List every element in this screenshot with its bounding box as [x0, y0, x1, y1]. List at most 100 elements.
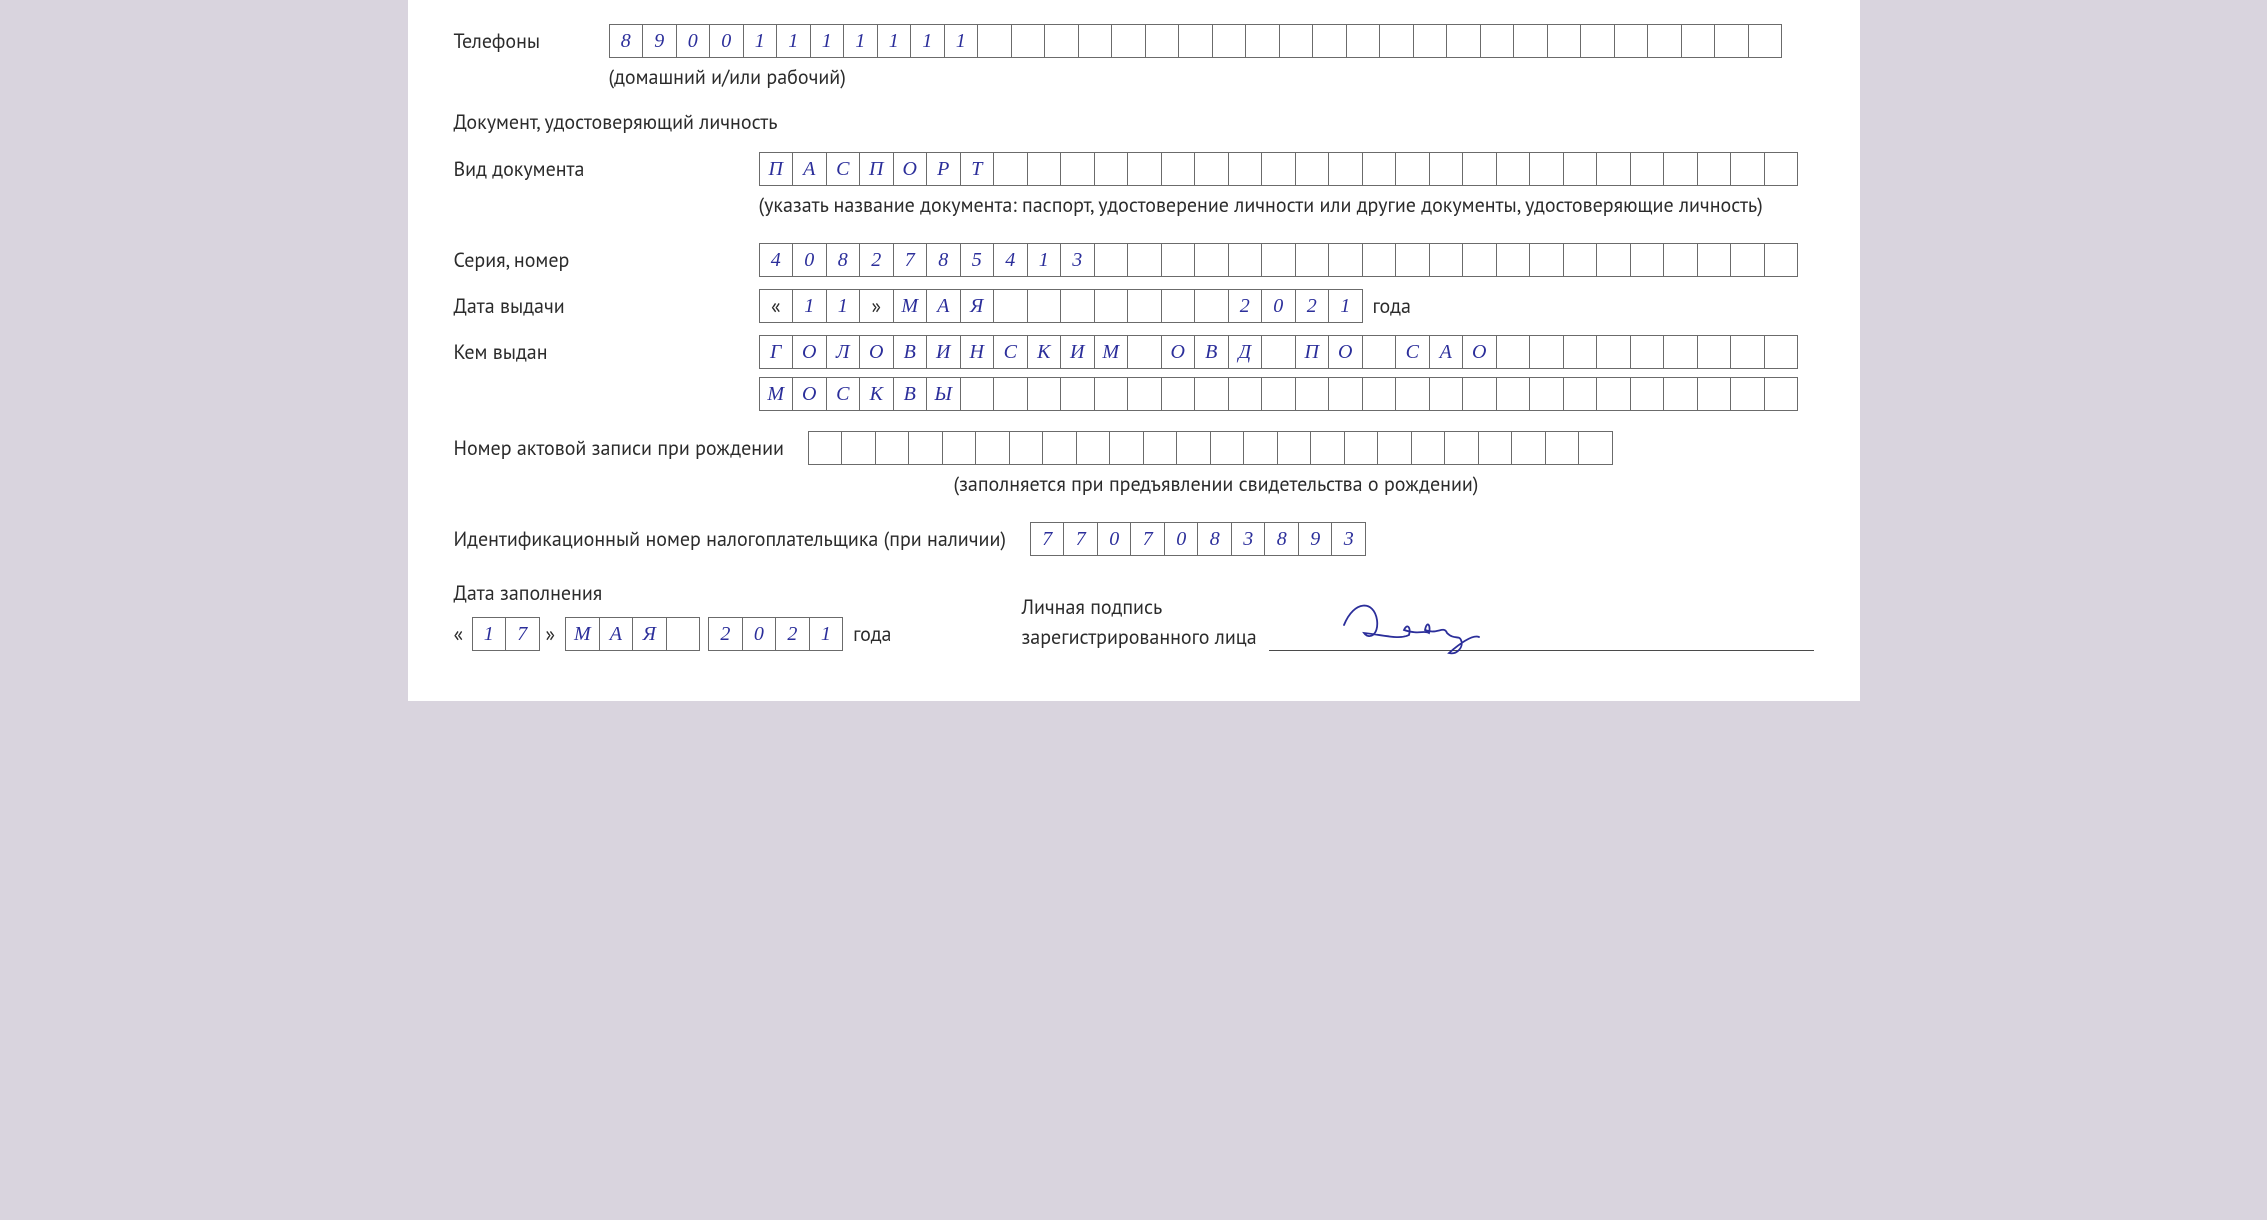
cell[interactable]: М — [565, 617, 600, 651]
cell[interactable] — [993, 289, 1028, 323]
cell[interactable] — [1596, 377, 1631, 411]
issued-by-cells-2[interactable]: МОСКВЫ — [759, 377, 1799, 411]
cell[interactable]: 8 — [609, 24, 644, 58]
cell[interactable] — [1362, 377, 1397, 411]
cell[interactable]: 0 — [676, 24, 711, 58]
cell[interactable]: К — [859, 377, 894, 411]
cell[interactable]: 1 — [810, 24, 845, 58]
cell[interactable] — [808, 431, 843, 465]
cell[interactable] — [1630, 377, 1665, 411]
cell[interactable] — [1462, 243, 1497, 277]
cell[interactable]: А — [926, 289, 961, 323]
cell[interactable] — [1194, 152, 1229, 186]
cell[interactable] — [975, 431, 1010, 465]
cell[interactable]: М — [759, 377, 794, 411]
cell[interactable] — [1545, 431, 1580, 465]
cell[interactable]: 1 — [826, 289, 861, 323]
cell[interactable]: 7 — [1130, 522, 1165, 556]
cell[interactable] — [1730, 377, 1765, 411]
cell[interactable] — [1529, 335, 1564, 369]
cell[interactable]: Р — [926, 152, 961, 186]
cell[interactable] — [1145, 24, 1180, 58]
cell[interactable]: И — [926, 335, 961, 369]
cell[interactable] — [1060, 377, 1095, 411]
cell[interactable] — [1496, 335, 1531, 369]
cell[interactable]: Г — [759, 335, 794, 369]
cell[interactable] — [1328, 377, 1363, 411]
cell[interactable] — [1429, 377, 1464, 411]
cell[interactable] — [1730, 243, 1765, 277]
cell[interactable] — [1042, 431, 1077, 465]
cell[interactable]: О — [792, 335, 827, 369]
cell[interactable] — [1764, 335, 1799, 369]
cell[interactable]: 1 — [809, 617, 844, 651]
cell[interactable] — [1563, 335, 1598, 369]
cell[interactable] — [1076, 431, 1111, 465]
cell[interactable] — [1328, 152, 1363, 186]
cell[interactable] — [1563, 243, 1598, 277]
cell[interactable]: Ы — [926, 377, 961, 411]
cell[interactable]: 7 — [1030, 522, 1065, 556]
cell[interactable] — [1764, 152, 1799, 186]
cell[interactable] — [1429, 243, 1464, 277]
cell[interactable] — [1261, 152, 1296, 186]
cell[interactable] — [1328, 243, 1363, 277]
cell[interactable]: М — [1094, 335, 1129, 369]
cell[interactable] — [1730, 335, 1765, 369]
cell[interactable] — [1578, 431, 1613, 465]
cell[interactable] — [1362, 243, 1397, 277]
cell[interactable]: 0 — [742, 617, 777, 651]
cell[interactable] — [1663, 335, 1698, 369]
cell[interactable] — [666, 617, 701, 651]
cell[interactable]: А — [1429, 335, 1464, 369]
cell[interactable] — [1395, 152, 1430, 186]
cell[interactable]: 8 — [1264, 522, 1299, 556]
cell[interactable] — [1027, 377, 1062, 411]
issue-date-cells[interactable]: « 11 » МАЯ 2021 — [759, 289, 1363, 323]
cell[interactable] — [1344, 431, 1379, 465]
cell[interactable] — [1261, 243, 1296, 277]
cell[interactable] — [1111, 24, 1146, 58]
cell[interactable] — [1547, 24, 1582, 58]
cell[interactable] — [1596, 335, 1631, 369]
cell[interactable] — [1764, 243, 1799, 277]
cell[interactable] — [1513, 24, 1548, 58]
cell[interactable] — [1697, 377, 1732, 411]
cell[interactable] — [1580, 24, 1615, 58]
cell[interactable] — [1094, 377, 1129, 411]
cell[interactable] — [1261, 335, 1296, 369]
cell[interactable]: В — [1194, 335, 1229, 369]
cell[interactable]: А — [792, 152, 827, 186]
cell[interactable]: 0 — [1097, 522, 1132, 556]
fill-day-cells[interactable]: 17 — [472, 617, 540, 651]
cell[interactable] — [1478, 431, 1513, 465]
cell[interactable]: 0 — [709, 24, 744, 58]
cell[interactable] — [1228, 152, 1263, 186]
cell[interactable] — [1109, 431, 1144, 465]
inn-cells[interactable]: 7707083893 — [1030, 522, 1366, 556]
cell[interactable]: 8 — [826, 243, 861, 277]
cell[interactable] — [993, 152, 1028, 186]
cell[interactable]: 1 — [1027, 243, 1062, 277]
cell[interactable] — [1413, 24, 1448, 58]
cell[interactable] — [1496, 243, 1531, 277]
cell[interactable] — [1462, 377, 1497, 411]
cell[interactable] — [942, 431, 977, 465]
cell[interactable] — [1730, 152, 1765, 186]
cell[interactable] — [1127, 243, 1162, 277]
cell[interactable]: Н — [960, 335, 995, 369]
cell[interactable]: В — [893, 377, 928, 411]
cell[interactable] — [1194, 377, 1229, 411]
cell[interactable]: 2 — [708, 617, 743, 651]
cell[interactable]: Т — [960, 152, 995, 186]
cell[interactable]: 2 — [775, 617, 810, 651]
cell[interactable] — [1362, 152, 1397, 186]
cell[interactable] — [1596, 152, 1631, 186]
cell[interactable] — [875, 431, 910, 465]
cell[interactable] — [1395, 377, 1430, 411]
cell[interactable] — [841, 431, 876, 465]
cell[interactable] — [1563, 152, 1598, 186]
cell[interactable]: 1 — [776, 24, 811, 58]
cell[interactable] — [1194, 289, 1229, 323]
cell[interactable]: О — [1462, 335, 1497, 369]
